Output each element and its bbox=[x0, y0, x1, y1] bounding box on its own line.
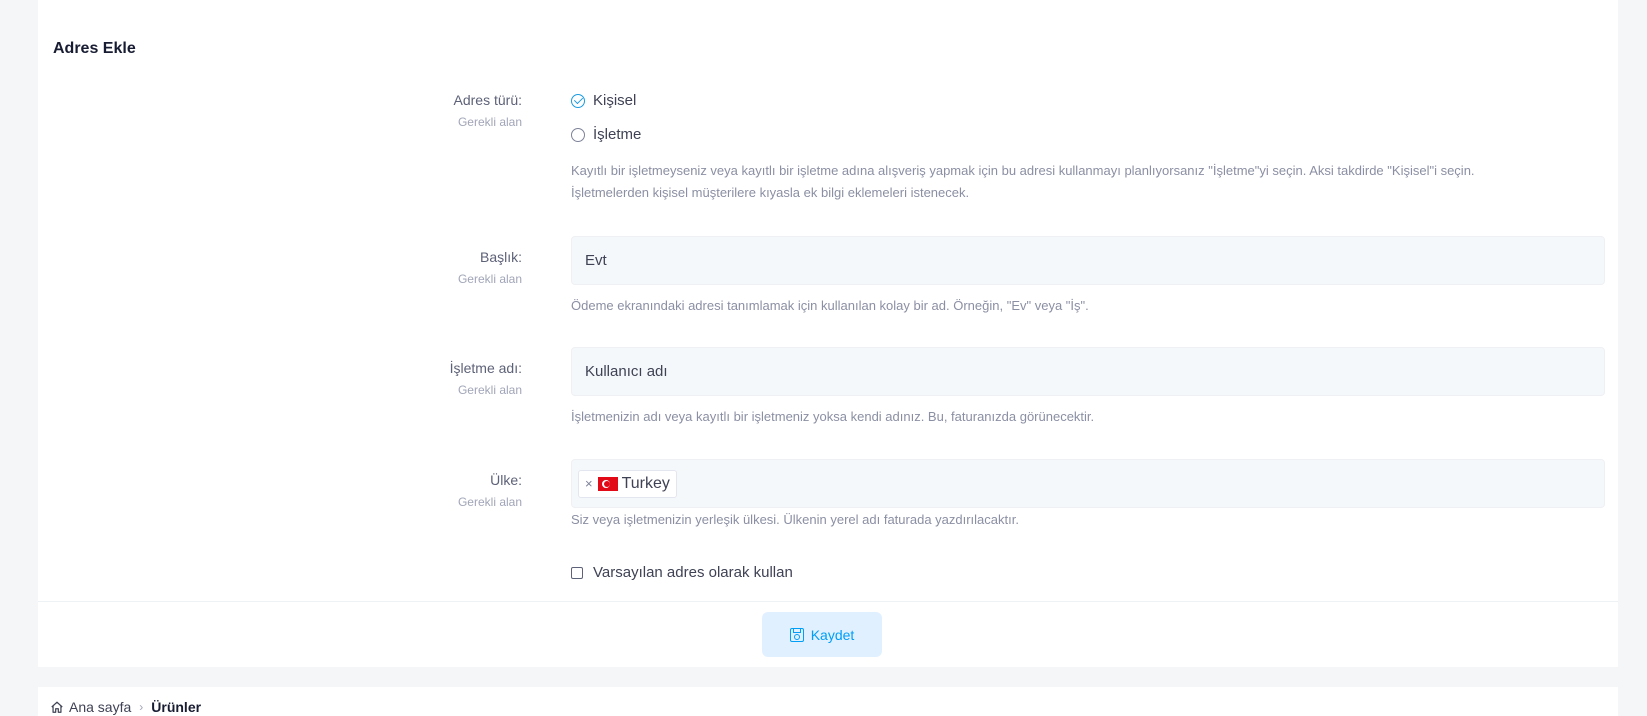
chevron-right-icon: › bbox=[139, 700, 144, 714]
breadcrumb: Ana sayfa › Ürünler bbox=[50, 699, 201, 715]
radio-empty-icon[interactable] bbox=[571, 127, 585, 142]
breadcrumb-current: Ürünler bbox=[151, 699, 202, 715]
country-select[interactable]: × Turkey bbox=[571, 459, 1605, 508]
save-button-label: Kaydet bbox=[810, 626, 855, 643]
address-type-label: Adres türü: bbox=[453, 92, 522, 108]
country-label: Ülke: bbox=[490, 472, 522, 488]
remove-tag-icon[interactable]: × bbox=[585, 476, 593, 491]
business-name-label: İşletme adı: bbox=[449, 360, 522, 376]
country-help: Siz veya işletmenizin yerleşik ülkesi. Ü… bbox=[571, 512, 1019, 527]
title-help: Ödeme ekranındaki adresi tanımlamak için… bbox=[571, 298, 1089, 313]
save-icon bbox=[789, 627, 804, 642]
default-address-checkbox-row[interactable]: Varsayılan adres olarak kullan bbox=[571, 564, 793, 581]
title-required: Gerekli alan bbox=[457, 272, 522, 286]
card-title: Adres Ekle bbox=[53, 40, 136, 57]
title-input[interactable]: Evt bbox=[571, 236, 1605, 285]
country-tag: × Turkey bbox=[578, 469, 677, 498]
address-type-help: Kayıtlı bir işletmeyseniz veya kayıtlı b… bbox=[571, 160, 1475, 204]
breadcrumb-card: Ana sayfa › Ürünler bbox=[38, 687, 1618, 716]
home-icon[interactable] bbox=[50, 700, 64, 714]
title-label: Başlık: bbox=[479, 249, 522, 265]
footer-divider bbox=[38, 601, 1618, 602]
radio-personal[interactable]: Kişisel bbox=[571, 92, 636, 109]
country-tag-label: Turkey bbox=[621, 474, 670, 492]
business-name-required: Gerekli alan bbox=[457, 383, 522, 397]
title-input-value: Evt bbox=[585, 252, 607, 269]
business-name-input-value: Kullanıcı adı bbox=[585, 363, 668, 380]
business-name-input[interactable]: Kullanıcı adı bbox=[571, 347, 1605, 396]
save-button[interactable]: Kaydet bbox=[762, 612, 882, 657]
radio-personal-label: Kişisel bbox=[593, 92, 637, 109]
breadcrumb-home-link[interactable]: Ana sayfa bbox=[69, 699, 131, 715]
address-type-required: Gerekli alan bbox=[457, 115, 522, 129]
turkey-flag-icon bbox=[597, 476, 618, 491]
radio-business-label: İşletme bbox=[593, 126, 642, 143]
address-type-help-line2: İşletmelerden kişisel müşterilere kıyasl… bbox=[571, 185, 970, 200]
radio-business[interactable]: İşletme bbox=[571, 126, 641, 143]
country-required: Gerekli alan bbox=[457, 495, 522, 509]
add-address-card: Adres Ekle Adres türü: Gerekli alan Kişi… bbox=[38, 0, 1618, 667]
business-name-help: İşletmenizin adı veya kayıtlı bir işletm… bbox=[571, 409, 1095, 424]
default-address-label: Varsayılan adres olarak kullan bbox=[593, 564, 793, 581]
default-address-checkbox[interactable] bbox=[571, 566, 583, 579]
address-type-help-line1: Kayıtlı bir işletmeyseniz veya kayıtlı b… bbox=[571, 163, 1475, 178]
radio-checked-icon[interactable] bbox=[571, 93, 585, 108]
